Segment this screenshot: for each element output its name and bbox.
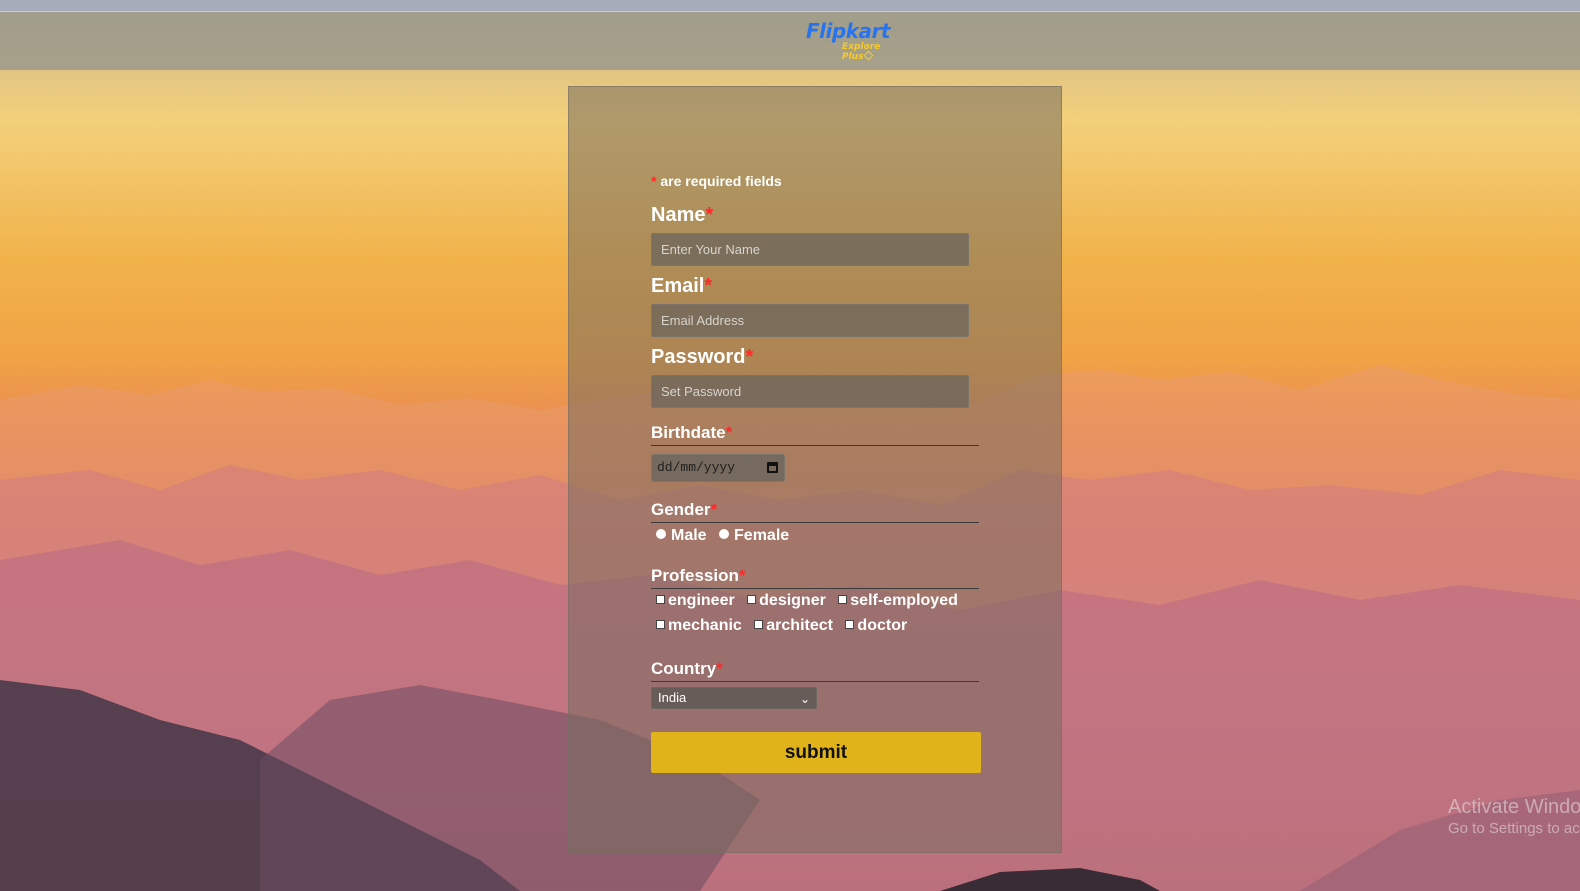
required-note: * are required fields xyxy=(651,173,782,189)
required-marker: * xyxy=(705,204,714,226)
signup-panel: * are required fields Name* Enter Your N… xyxy=(568,86,1062,853)
calendar-icon[interactable] xyxy=(767,462,778,473)
name-input[interactable]: Enter Your Name xyxy=(651,233,969,266)
password-label-text: Password xyxy=(651,346,746,368)
profession-option-engineer[interactable]: engineer xyxy=(651,592,735,610)
password-label: Password* xyxy=(651,346,753,369)
birthdate-value: dd/mm/yyyy xyxy=(657,460,736,475)
country-selected: India xyxy=(658,690,687,705)
gender-options: Male Female xyxy=(651,527,792,545)
profession-option-self-employed[interactable]: self-employed xyxy=(833,592,958,610)
required-note-text: are required fields xyxy=(660,173,782,189)
profession-label-text: Profession xyxy=(651,566,739,585)
profession-option-label: self-employed xyxy=(850,592,958,609)
flipkart-logo[interactable]: Flipkart Explore Plus xyxy=(806,19,890,62)
plus-icon xyxy=(864,50,874,61)
gender-option-male[interactable]: Male xyxy=(651,527,707,545)
birthdate-label-text: Birthdate xyxy=(651,423,726,442)
checkbox[interactable] xyxy=(838,595,848,604)
profession-label: Profession* xyxy=(651,566,979,589)
birthdate-label: Birthdate* xyxy=(651,423,979,446)
name-label: Name* xyxy=(651,204,713,227)
profession-option-label: designer xyxy=(759,592,826,609)
required-marker: * xyxy=(651,173,657,189)
email-label-text: Email xyxy=(651,275,705,297)
country-label-text: Country xyxy=(651,659,717,678)
profession-option-mechanic[interactable]: mechanic xyxy=(651,617,742,635)
required-marker: * xyxy=(725,423,733,442)
gender-label-text: Gender xyxy=(651,500,711,519)
submit-button[interactable]: submit xyxy=(651,732,981,773)
checkbox[interactable] xyxy=(747,595,757,604)
password-input[interactable]: Set Password xyxy=(651,375,969,408)
profession-option-designer[interactable]: designer xyxy=(742,592,826,610)
gender-label: Gender* xyxy=(651,500,979,523)
checkbox[interactable] xyxy=(656,595,665,604)
watermark-line-2: Go to Settings to ac xyxy=(1448,820,1580,837)
required-marker: * xyxy=(710,500,718,519)
watermark-line-1: Activate Windo xyxy=(1448,796,1580,818)
checkbox[interactable] xyxy=(845,620,855,629)
country-label: Country* xyxy=(651,659,979,682)
required-marker: * xyxy=(738,566,746,585)
activate-windows-watermark: Activate Windo Go to Settings to ac xyxy=(1448,795,1580,839)
required-marker: * xyxy=(745,346,754,368)
radio-button[interactable] xyxy=(719,529,730,539)
country-select[interactable]: India ⌄ xyxy=(651,687,817,709)
browser-top-strip xyxy=(0,0,1580,12)
name-label-text: Name xyxy=(651,204,706,226)
gender-option-label: Male xyxy=(671,527,707,544)
profession-options-row-2: mechanic architect doctor xyxy=(651,617,910,635)
logo-subtext: Explore Plus xyxy=(806,42,886,62)
profession-option-label: architect xyxy=(766,617,833,634)
checkbox[interactable] xyxy=(656,620,665,629)
birthdate-input[interactable]: dd/mm/yyyy xyxy=(651,454,785,482)
radio-button[interactable] xyxy=(656,529,666,539)
header-bar: Flipkart Explore Plus xyxy=(0,12,1580,70)
logo-text: Flipkart xyxy=(806,19,890,43)
logo-sub-label: Explore Plus xyxy=(842,42,881,62)
chevron-down-icon: ⌄ xyxy=(799,692,810,706)
profession-option-label: doctor xyxy=(857,617,908,634)
required-marker: * xyxy=(704,275,713,297)
profession-option-label: engineer xyxy=(668,592,735,609)
profession-option-label: mechanic xyxy=(668,617,742,634)
profession-option-architect[interactable]: architect xyxy=(749,617,833,635)
email-label: Email* xyxy=(651,275,712,298)
gender-option-label: Female xyxy=(734,527,790,544)
email-input[interactable]: Email Address xyxy=(651,304,969,337)
profession-options-row-1: engineer designer self-employed xyxy=(651,592,961,610)
gender-option-female[interactable]: Female xyxy=(714,527,789,545)
profession-option-doctor[interactable]: doctor xyxy=(840,617,907,635)
required-marker: * xyxy=(716,659,723,678)
checkbox[interactable] xyxy=(754,620,764,629)
